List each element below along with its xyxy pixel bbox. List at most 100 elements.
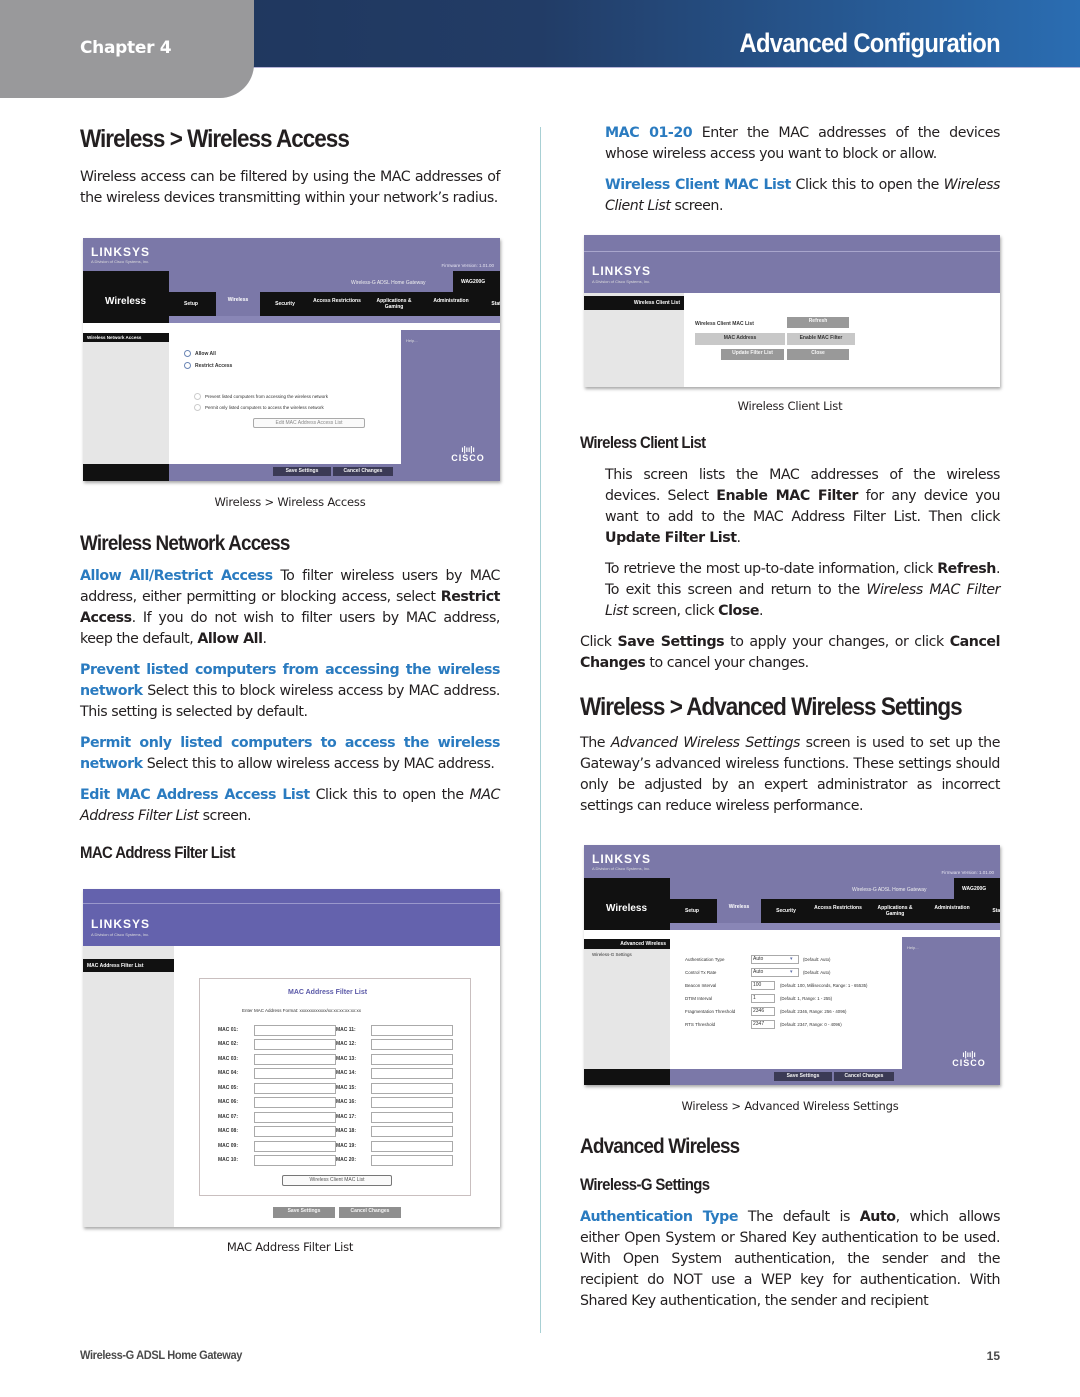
prevent-radio[interactable] [194, 393, 201, 400]
nav-tab[interactable]: Security [764, 901, 808, 921]
cisco-logo: ı|ıı|ı CISCO [443, 445, 493, 464]
nav-tab[interactable]: Applications & Gaming [367, 294, 421, 314]
paragraph-advanced-intro: The Advanced Wireless Settings screen is… [580, 735, 1000, 815]
paragraph-permit: Permit only listed computers to access t… [80, 735, 500, 773]
wireless-client-mac-list-button[interactable]: Wireless Client MAC List [282, 1174, 392, 1186]
section-label: Wireless [83, 271, 169, 323]
cancel-changes-button[interactable]: Cancel Changes [339, 1206, 401, 1218]
side-title: Advanced Wireless [584, 939, 670, 950]
setting-label: RTS Threshold [685, 1022, 716, 1028]
nav-tab[interactable]: Administration [424, 294, 478, 314]
setting-hint: (Default: 2347, Range: 0 - 4096) [780, 1022, 842, 1028]
nav-tab[interactable]: Status [982, 901, 1000, 921]
section-label: Wireless [584, 878, 670, 931]
sub-nav [169, 316, 500, 323]
linksys-logo: LINKSYS [592, 264, 652, 278]
mac-input[interactable] [254, 1068, 336, 1080]
mac-input[interactable] [371, 1111, 453, 1123]
linksys-logo: LINKSYS [91, 245, 151, 259]
mac-label: MAC 06: [218, 1099, 239, 1106]
setting-input[interactable]: 2347 [751, 1020, 775, 1030]
section-title-advanced-wireless: Wireless > Advanced Wireless Settings [580, 693, 963, 722]
mac-input[interactable] [371, 1155, 453, 1167]
side-label: MAC Address Filter List [83, 958, 174, 972]
subsection-wireless-g-settings: Wireless-G Settings [580, 1174, 710, 1194]
chapter-label: Chapter 4 [80, 38, 172, 58]
header-title: Advanced Configuration [739, 28, 1001, 58]
refresh-button[interactable]: Refresh [787, 317, 849, 328]
chevron-down-icon[interactable]: ▾ [790, 969, 793, 975]
setting-input[interactable]: 100 [751, 981, 775, 991]
setting-input[interactable]: 2346 [751, 1007, 775, 1017]
cisco-bars-icon: ı|ıı|ı [461, 445, 475, 454]
mac-input[interactable] [254, 1111, 336, 1123]
nav-tab[interactable]: Setup [169, 294, 213, 314]
mac-input[interactable] [254, 1024, 336, 1036]
nav-tab[interactable]: Wireless [717, 897, 761, 924]
paragraph-client-list-1: This screen lists the MAC addresses of t… [605, 467, 1001, 547]
mac-input[interactable] [371, 1053, 453, 1065]
mac-input[interactable] [254, 1039, 336, 1051]
allow-all-radio[interactable] [184, 350, 191, 357]
product-name: Wireless-G ADSL Home Gateway [852, 887, 927, 894]
figure-caption: Wireless > Advanced Wireless Settings [681, 1099, 899, 1114]
setting-label: Control Tx Rate [685, 970, 717, 976]
mac-label: MAC 07: [218, 1113, 239, 1120]
edit-mac-list-button[interactable]: Edit MAC Address Access List [253, 418, 365, 428]
subsection-wireless-network-access: Wireless Network Access [80, 532, 290, 555]
mac-input[interactable] [254, 1155, 336, 1167]
column-divider [540, 127, 541, 1333]
left-column: Wireless > Wireless Access Wireless acce… [80, 118, 500, 1254]
column-mac-address: MAC Address [695, 333, 785, 345]
nav-tab[interactable]: Administration [925, 901, 979, 921]
mac-input[interactable] [254, 1140, 336, 1152]
client-mac-list-label: Wireless Client MAC List [695, 321, 754, 327]
setting-input[interactable]: 1 [751, 994, 775, 1004]
save-settings-button[interactable]: Save Settings [774, 1072, 832, 1082]
model-name: WAG200G [954, 878, 1000, 900]
figure-caption: Wireless > Wireless Access [214, 495, 366, 509]
mac-input[interactable] [254, 1097, 336, 1109]
section-title-wireless-access: Wireless > Wireless Access [80, 125, 350, 153]
cancel-changes-button[interactable]: Cancel Changes [834, 1072, 894, 1082]
nav-tab[interactable]: Status [481, 294, 500, 314]
nav-tab[interactable]: Access Restrictions [310, 294, 364, 314]
save-settings-button[interactable]: Save Settings [273, 1206, 335, 1218]
nav-tab[interactable]: Access Restrictions [811, 901, 865, 921]
paragraph-authentication-type: Authentication Type The default is Auto,… [580, 1208, 1001, 1309]
setting-hint: (Default: Auto) [803, 970, 831, 976]
mac-label: MAC 19: [336, 1142, 357, 1149]
permit-radio[interactable] [194, 404, 201, 411]
restrict-access-radio[interactable] [184, 362, 191, 369]
mac-label: MAC 15: [336, 1084, 357, 1091]
mac-input[interactable] [254, 1082, 336, 1094]
mac-label: MAC 12: [336, 1041, 357, 1048]
nav-tab[interactable]: Setup [670, 901, 714, 921]
mac-input[interactable] [371, 1097, 453, 1109]
nav-tab[interactable]: Security [263, 294, 307, 314]
chapter-tab: Chapter 4 [0, 0, 254, 98]
setting-label: Beacon Interval [685, 983, 717, 989]
save-settings-button[interactable]: Save Settings [273, 467, 331, 476]
close-button[interactable]: Close [787, 349, 849, 360]
figure-mac-filter-list: LINKSYS A Division of Cisco Systems, Inc… [83, 888, 500, 1227]
nav-tab[interactable]: Wireless [216, 290, 260, 316]
mac-label: MAC 01: [218, 1026, 239, 1033]
mac-input[interactable] [254, 1053, 336, 1065]
side-label: Wireless Client List [584, 296, 684, 310]
mac-input[interactable] [371, 1068, 453, 1080]
mac-input[interactable] [371, 1039, 453, 1051]
mac-input[interactable] [254, 1126, 336, 1138]
update-filter-list-button[interactable]: Update Filter List [721, 349, 784, 360]
setting-hint: (Default: 1, Range: 1 - 255) [780, 996, 833, 1002]
mac-input[interactable] [371, 1024, 453, 1036]
mac-label: MAC 16: [336, 1099, 357, 1106]
cancel-changes-button[interactable]: Cancel Changes [333, 467, 393, 476]
mac-input[interactable] [371, 1140, 453, 1152]
paragraph-allow-restrict: Allow All/Restrict Access To filter wire… [80, 568, 501, 648]
mac-label: MAC 10: [218, 1157, 239, 1164]
chevron-down-icon[interactable]: ▾ [790, 956, 793, 962]
mac-input[interactable] [371, 1126, 453, 1138]
nav-tab[interactable]: Applications & Gaming [868, 901, 922, 921]
mac-input[interactable] [371, 1082, 453, 1094]
